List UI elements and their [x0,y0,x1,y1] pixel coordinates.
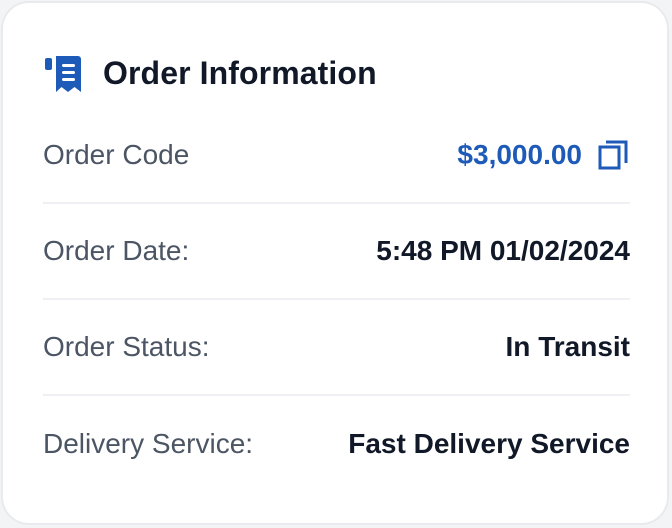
receipt-icon [43,52,85,94]
card-header: Order Information [43,51,377,95]
delivery-service-row: Delivery Service: Fast Delivery Service [43,396,630,492]
order-date-label: Order Date: [43,235,190,266]
order-code-row: Order Code $3,000.00 [43,108,630,204]
delivery-service-label: Delivery Service: [43,428,254,459]
order-status-row: Order Status: In Transit [43,300,630,396]
order-information-card: Order Information Order Code $3,000.00 O… [1,1,669,525]
order-date-row: Order Date: 5:48 PM 01/02/2024 [43,204,630,300]
delivery-service-value: Fast Delivery Service [348,428,630,459]
order-details-list: Order Code $3,000.00 Order Date: 5:48 PM… [43,108,630,492]
order-status-label: Order Status: [43,331,210,362]
order-date-value: 5:48 PM 01/02/2024 [376,235,630,266]
order-code-value: $3,000.00 [457,139,582,170]
order-code-value-group: $3,000.00 [457,138,630,172]
order-status-value: In Transit [505,331,630,362]
copy-icon[interactable] [596,138,630,172]
card-title: Order Information [103,54,377,91]
order-code-label: Order Code [43,139,190,170]
